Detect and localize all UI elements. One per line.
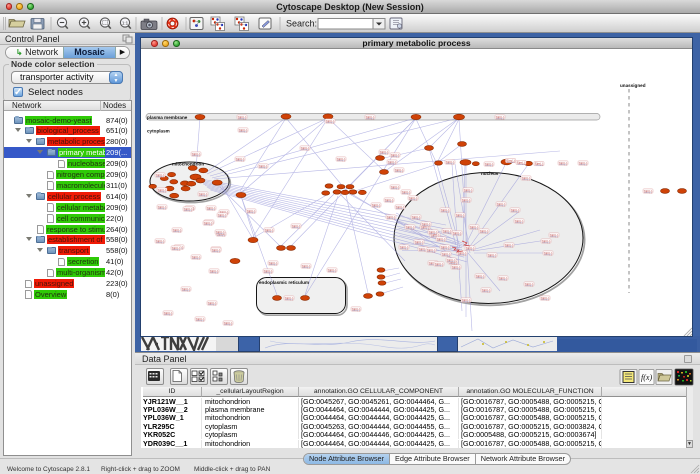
svg-text:unassigned: unassigned <box>620 83 646 88</box>
svg-text:plasma membrane: plasma membrane <box>147 115 188 120</box>
svg-text:nucleus: nucleus <box>481 171 499 176</box>
svg-text:endoplasmic reticulum: endoplasmic reticulum <box>259 280 309 285</box>
svg-text:cytoplasm: cytoplasm <box>147 129 170 134</box>
svg-text:1:1: 1:1 <box>122 20 129 25</box>
svg-text:Search:: Search: <box>286 19 317 29</box>
svg-text:mitochondrion: mitochondrion <box>172 162 204 167</box>
svg-text:f(x): f(x) <box>641 373 652 382</box>
